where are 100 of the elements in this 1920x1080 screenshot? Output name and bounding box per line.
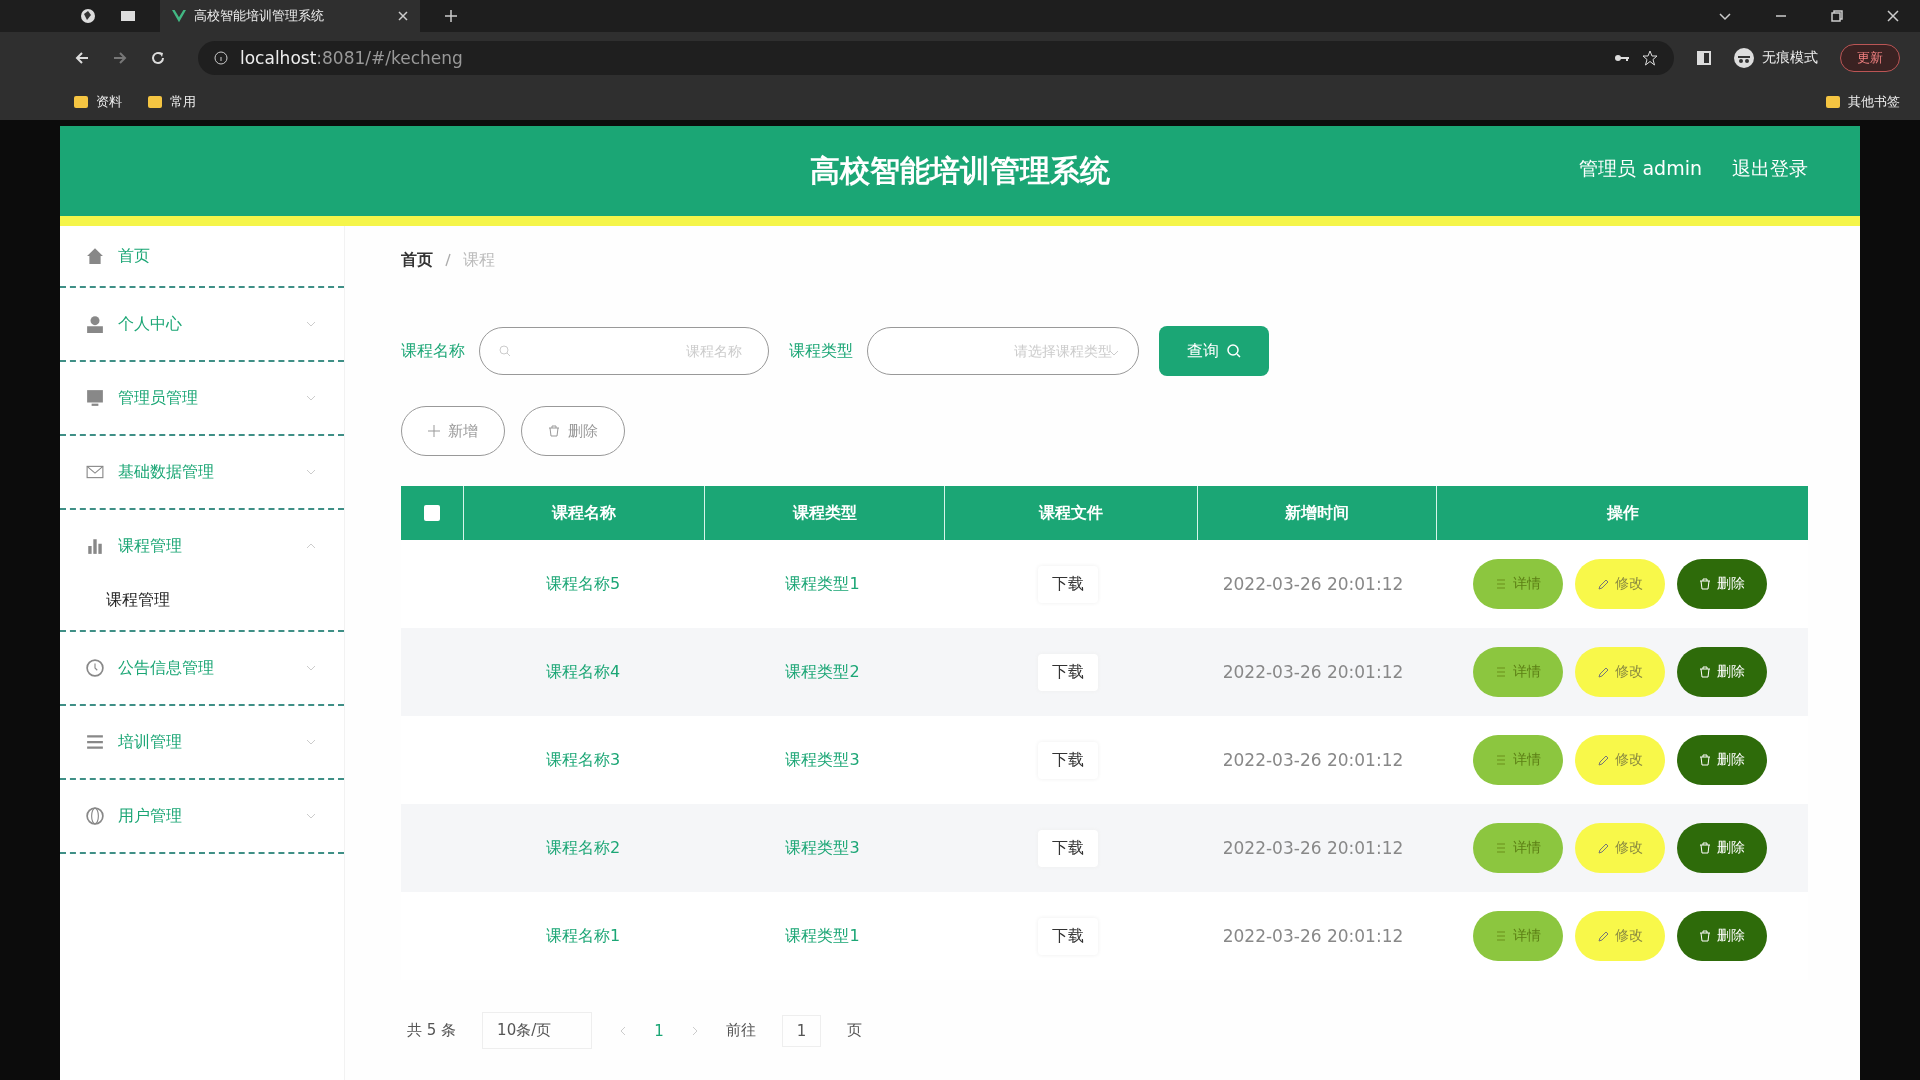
download-link[interactable]: 下载 [1038,741,1098,779]
bookmark[interactable]: 其他书签 [1826,93,1900,111]
delete-button[interactable]: 删除 [1677,559,1767,609]
bookmark[interactable]: 常用 [148,93,196,111]
chevron-icon [306,665,316,671]
menu-item[interactable]: 用户管理 [60,780,344,852]
details-button[interactable]: 详情 [1473,647,1563,697]
details-button[interactable]: 详情 [1473,735,1563,785]
table-cell-text: 2022-03-26 20:01:12 [1221,837,1405,860]
search-icon [1227,344,1241,358]
close-icon[interactable] [398,11,408,21]
chevron-icon [306,395,316,401]
details-button[interactable]: 详情 [1473,823,1563,873]
trash-icon [1699,754,1711,766]
pencil-icon [1597,578,1609,590]
forward-icon[interactable] [112,50,128,66]
edit-button[interactable]: 修改 [1575,647,1665,697]
logout-link[interactable]: 退出登录 [1732,156,1808,182]
page-suffix: 页 [847,1021,863,1040]
table-cell-text: 2022-03-26 20:01:12 [1221,925,1405,948]
download-link[interactable]: 下载 [1038,917,1098,955]
bookmark[interactable]: 资料 [74,93,122,111]
table-cell-text: 2022-03-26 20:01:12 [1221,573,1405,596]
breadcrumb-item[interactable]: 课程 [463,249,495,271]
new-tab-icon[interactable] [444,9,458,23]
bar-chart-icon [86,537,104,555]
edit-button[interactable]: 修改 [1575,911,1665,961]
chevron-icon [306,469,316,475]
chevron-icon [306,543,316,549]
table-cell-text: 课程名称2 [544,836,622,859]
back-icon[interactable] [74,50,90,66]
query-button[interactable]: 查询 [1159,326,1269,376]
table-cell-text: 课程名称5 [544,572,622,595]
column-header: 操作 [1605,501,1640,524]
app-title: 高校智能培训管理系统 [810,151,1110,190]
chevron-icon [306,739,316,745]
menu-item[interactable]: 个人中心 [60,288,344,360]
star-icon[interactable] [1642,50,1658,66]
restore-icon[interactable] [1830,9,1844,23]
browser-tab[interactable]: 高校智能培训管理系统 [160,0,420,32]
document-icon [1495,578,1507,590]
edit-button[interactable]: 修改 [1575,559,1665,609]
details-button[interactable]: 详情 [1473,559,1563,609]
incognito-icon [1734,48,1754,68]
plus-icon [428,425,440,437]
vue-logo-icon [172,9,186,23]
field-label: 课程名称 [401,340,465,362]
add-button[interactable]: 新增 [401,406,505,456]
table-cell-text: 课程名称1 [544,924,622,947]
user-icon [86,315,104,333]
document-icon [1495,930,1507,942]
edit-button[interactable]: 修改 [1575,823,1665,873]
breadcrumb-item[interactable]: 首页 [401,249,433,271]
download-link[interactable]: 下载 [1038,829,1098,867]
pencil-icon [1597,754,1609,766]
trash-icon [1699,666,1711,678]
details-button[interactable]: 详情 [1473,911,1563,961]
field-label: 课程类型 [789,340,853,362]
select-all-checkbox[interactable] [424,505,440,521]
trash-icon [548,425,560,437]
page-input[interactable]: 1 [781,1014,822,1047]
edit-button[interactable]: 修改 [1575,735,1665,785]
total-count: 共 5 条 [407,1021,457,1040]
reload-icon[interactable] [150,50,166,66]
close-icon[interactable] [1886,9,1900,23]
address-bar[interactable]: localhost:8081/#/kecheng [198,41,1674,75]
delete-button[interactable]: 删除 [1677,911,1767,961]
page-number[interactable]: 1 [654,1021,664,1040]
breadcrumb-separator [445,253,451,267]
table-cell-text: 课程类型2 [784,660,861,683]
document-icon [1495,842,1507,854]
delete-button[interactable]: 删除 [1677,823,1767,873]
table-cell-text: 课程类型1 [784,572,861,595]
mail-icon [86,463,104,481]
menu-item[interactable]: 管理员管理 [60,362,344,434]
window-icon[interactable] [120,8,136,24]
info-icon [214,51,228,65]
page-size-select[interactable]: 10条/页 [482,1012,593,1049]
pencil-icon [1597,930,1609,942]
table-cell-text: 课程类型3 [784,836,861,859]
update-button[interactable]: 更新 [1840,44,1900,72]
menu-item[interactable]: 基础数据管理 [60,436,344,508]
download-link[interactable]: 下载 [1038,653,1098,691]
download-link[interactable]: 下载 [1038,565,1098,603]
delete-button[interactable]: 删除 [1677,735,1767,785]
delete-button[interactable]: 删除 [521,406,625,456]
table-cell-text: 课程类型3 [784,748,861,771]
menu-item[interactable]: 公告信息管理 [60,632,344,704]
globe-icon [86,807,104,825]
sidebar-icon[interactable] [1696,50,1712,66]
delete-button[interactable]: 删除 [1677,647,1767,697]
menu-item[interactable]: 首页 [60,226,344,286]
menu-item[interactable]: 培训管理 [60,706,344,778]
incognito-badge[interactable]: 无痕模式 [1734,48,1818,68]
table-cell-text: 2022-03-26 20:01:12 [1221,749,1405,772]
browser-icon[interactable] [80,8,96,24]
document-icon [1495,666,1507,678]
goto-label: 前往 [725,1021,756,1040]
list-icon [86,733,104,751]
table-cell-text: 2022-03-26 20:01:12 [1221,661,1405,684]
